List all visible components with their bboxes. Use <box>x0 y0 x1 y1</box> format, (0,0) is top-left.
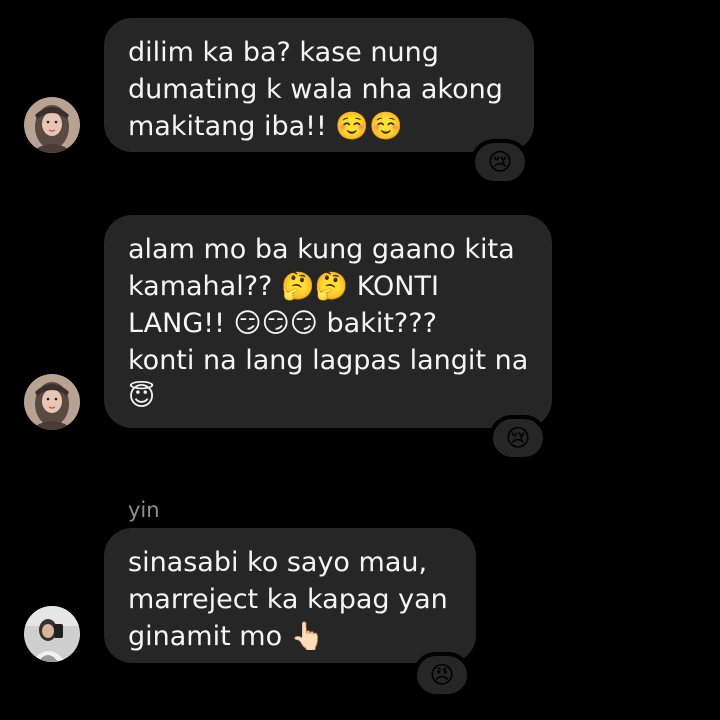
angry-face-icon: 😠 <box>429 661 455 689</box>
avatar[interactable] <box>24 606 80 662</box>
woman-headscarf-avatar-icon <box>24 97 80 153</box>
crying-face-icon: 😢 <box>487 148 513 176</box>
message-line: 😇 <box>128 382 156 412</box>
avatar[interactable] <box>24 97 80 153</box>
sender-name: yin <box>128 498 160 522</box>
message-bubble[interactable]: dilim ka ba? kase nung dumating k wala n… <box>104 18 534 152</box>
message-line: kamahal?? 🤔🤔 KONTI <box>128 271 439 302</box>
message-line: dilim ka ba? kase nung <box>128 37 439 68</box>
mirror-selfie-avatar-icon <box>24 606 80 662</box>
reaction-badge[interactable]: 😢 <box>471 139 529 185</box>
reaction-badge[interactable]: 😠 <box>413 652 471 698</box>
reaction-badge[interactable]: 😢 <box>489 415 547 461</box>
message-line: konti na lang lagpas langit na <box>128 345 529 376</box>
avatar[interactable] <box>24 374 80 430</box>
message-line: ginamit mo 👆🏻 <box>128 621 325 652</box>
crying-face-icon: 😢 <box>505 424 531 452</box>
message-line: dumating k wala nha akong <box>128 74 503 105</box>
message-line: LANG!! 😏😏😏 bakit??? <box>128 308 437 339</box>
message-line: alam mo ba kung gaano kita <box>128 234 515 265</box>
message-bubble[interactable]: sinasabi ko sayo mau, marreject ka kapag… <box>104 528 476 663</box>
message-bubble[interactable]: alam mo ba kung gaano kita kamahal?? 🤔🤔 … <box>104 215 552 428</box>
message-line: makitang iba!! ☺️☺️ <box>128 111 403 142</box>
message-line: sinasabi ko sayo mau, <box>128 547 428 578</box>
woman-headscarf-avatar-icon <box>24 374 80 430</box>
message-line: marreject ka kapag yan <box>128 584 448 615</box>
